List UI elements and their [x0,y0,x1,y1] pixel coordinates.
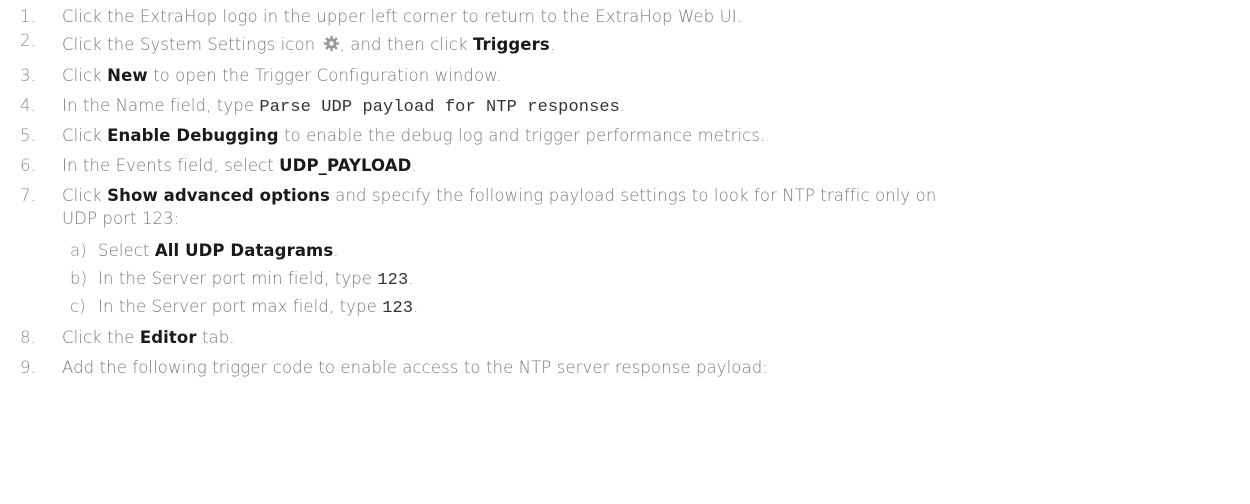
bold-term: Show advanced options [107,186,330,205]
code-snippet: 123 [382,299,414,318]
step-text: Click New to open the Trigger Configurat… [62,66,502,85]
code-snippet: Parse UDP payload for NTP responses [259,98,620,117]
step-number: 7. [20,186,36,205]
step-text: Click Enable Debugging to enable the deb… [62,126,766,145]
step-text: Click the ExtraHop logo in the upper lef… [62,7,743,26]
step-7-continuation: UDP port 123: [20,208,1235,230]
step-2: 2. Click the System Settings icon , and … [20,31,1235,56]
step-text: In the Name field, type Parse UDP payloa… [62,96,626,117]
step-1: 1. Click the ExtraHop logo in the upper … [20,6,1235,28]
bold-term: Enable Debugging [107,126,279,145]
step-7: 7. Click Show advanced options and speci… [20,185,1235,207]
step-number: 9. [20,358,36,377]
substep-text: In the Server port max field, type 123. [98,297,419,318]
step-number: 4. [20,96,36,115]
substep-c: c) In the Server port max field, type 12… [20,296,1235,320]
step-text: Click Show advanced options and specify … [62,186,937,205]
step-number: 5. [20,126,36,145]
substep-text: Select All UDP Datagrams. [98,241,339,260]
substep-a: a) Select All UDP Datagrams. [20,240,1235,262]
substep-letter: b) [70,269,88,288]
substep-letter: c) [70,297,86,316]
step-8: 8. Click the Editor tab. [20,327,1235,349]
substep-b: b) In the Server port min field, type 12… [20,268,1235,292]
step-number: 2. [20,31,36,50]
step-5: 5. Click Enable Debugging to enable the … [20,125,1235,147]
step-text: In the Events field, select UDP_PAYLOAD. [62,156,417,175]
step-number: 8. [20,328,36,347]
gear-icon [323,35,340,52]
step-text: Click the Editor tab. [62,328,235,347]
step-3: 3. Click New to open the Trigger Configu… [20,65,1235,87]
step-text: UDP port 123: [62,209,180,228]
step-4: 4. In the Name field, type Parse UDP pay… [20,95,1235,119]
substep-text: In the Server port min field, type 123. [98,269,414,290]
step-text: Click the System Settings icon , and the… [62,35,556,54]
step-number: 1. [20,7,36,26]
step-6: 6. In the Events field, select UDP_PAYLO… [20,155,1235,177]
substep-letter: a) [70,241,87,260]
step-number: 3. [20,66,36,85]
bold-term: Triggers [472,35,550,54]
bold-term: Editor [139,328,197,347]
bold-term: UDP_PAYLOAD [279,156,412,175]
bold-term: New [107,66,148,85]
step-text: Add the following trigger code to enable… [62,358,768,377]
step-9: 9. Add the following trigger code to ena… [20,357,1235,379]
code-snippet: 123 [377,271,409,290]
step-number: 6. [20,156,36,175]
bold-term: All UDP Datagrams [154,241,334,260]
